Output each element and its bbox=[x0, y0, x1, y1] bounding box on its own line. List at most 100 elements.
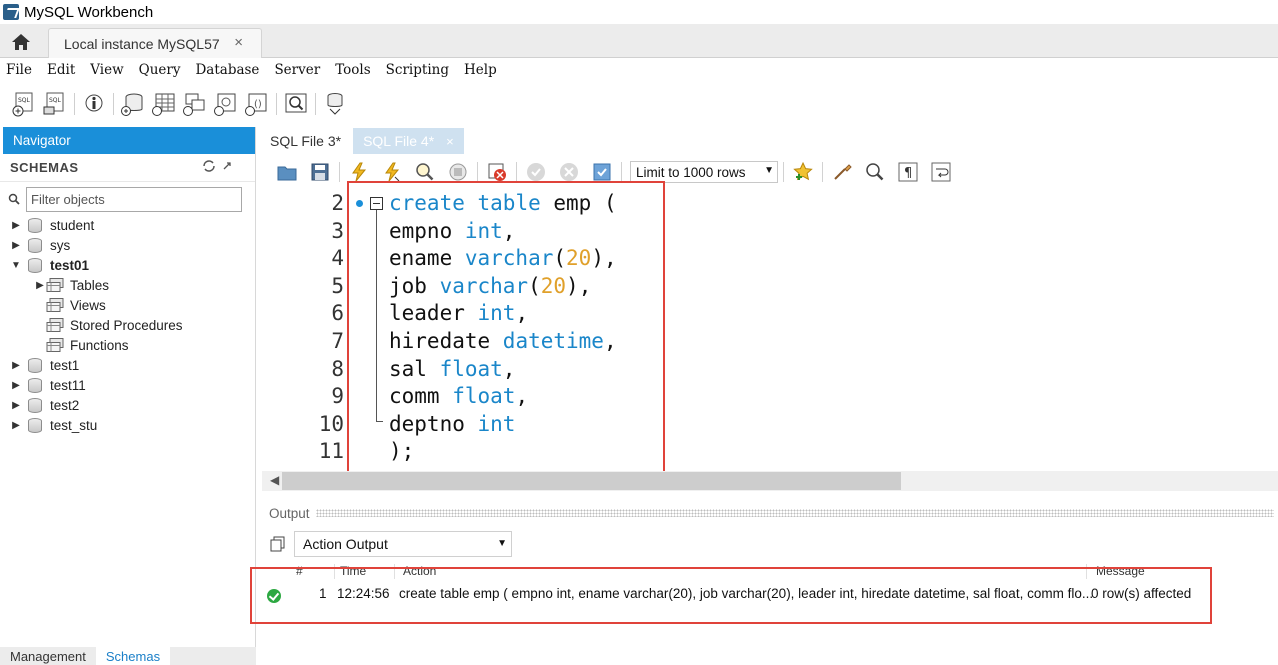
database-icon bbox=[28, 417, 42, 433]
create-table-icon[interactable] bbox=[151, 91, 177, 117]
window-title: MySQL Workbench bbox=[24, 3, 154, 21]
tree-item-views[interactable]: Views bbox=[0, 295, 255, 315]
tree-item-functions[interactable]: Functions bbox=[0, 335, 255, 355]
open-file-icon[interactable] bbox=[276, 161, 298, 183]
schema-item-test01[interactable]: ▼ test01 bbox=[0, 255, 255, 275]
menu-view[interactable]: View bbox=[90, 62, 123, 78]
toolbar-separator bbox=[516, 162, 517, 182]
search-table-data-icon[interactable] bbox=[283, 91, 309, 117]
expand-arrow-icon[interactable]: ▶ bbox=[10, 380, 22, 391]
schema-item-test1[interactable]: ▶ test1 bbox=[0, 355, 255, 375]
filter-row bbox=[0, 182, 255, 216]
expand-arrow-icon[interactable]: ▶ bbox=[34, 280, 46, 291]
home-button[interactable] bbox=[6, 30, 36, 54]
views-folder-icon bbox=[46, 298, 64, 312]
workbench-logo-icon bbox=[3, 4, 19, 20]
find-icon[interactable] bbox=[864, 161, 886, 183]
svg-text:(): () bbox=[254, 99, 262, 110]
collapse-arrow-icon[interactable]: ▼ bbox=[10, 260, 22, 271]
filter-objects-input[interactable] bbox=[26, 186, 242, 212]
menu-query[interactable]: Query bbox=[139, 62, 181, 78]
add-snippet-icon[interactable] bbox=[792, 161, 814, 183]
copy-icon[interactable] bbox=[270, 536, 286, 552]
inspector-icon[interactable] bbox=[81, 91, 107, 117]
svg-text:SQL: SQL bbox=[49, 97, 62, 104]
expand-arrow-icon[interactable]: ▶ bbox=[10, 220, 22, 231]
output-type-select[interactable]: Action Output ▼ bbox=[294, 531, 512, 557]
close-icon[interactable]: × bbox=[234, 34, 243, 51]
connection-tab[interactable]: Local instance MySQL57 × bbox=[48, 28, 262, 58]
horizontal-scrollbar[interactable]: ◀ bbox=[262, 471, 1278, 491]
limit-rows-select[interactable]: Limit to 1000 rows ▼ bbox=[630, 161, 778, 183]
schema-item-test2[interactable]: ▶ test2 bbox=[0, 395, 255, 415]
output-type-value: Action Output bbox=[303, 536, 388, 552]
menu-server[interactable]: Server bbox=[274, 62, 320, 78]
svg-text:SQL: SQL bbox=[18, 97, 31, 104]
save-icon[interactable] bbox=[309, 161, 331, 183]
new-sql-tab-icon[interactable]: SQL bbox=[11, 91, 37, 117]
refresh-icon[interactable] bbox=[202, 159, 238, 173]
schemas-label: SCHEMAS bbox=[10, 160, 79, 175]
menu-scripting[interactable]: Scripting bbox=[386, 62, 449, 78]
menu-help[interactable]: Help bbox=[464, 62, 497, 78]
create-procedure-icon[interactable] bbox=[213, 91, 239, 117]
word-wrap-icon[interactable] bbox=[930, 161, 952, 183]
menu-tools[interactable]: Tools bbox=[335, 62, 370, 78]
sql-file-tabs: SQL File 3* SQL File 4* × bbox=[262, 127, 1278, 154]
line-number: 8 bbox=[331, 356, 344, 381]
create-schema-icon[interactable] bbox=[120, 91, 146, 117]
create-view-icon[interactable] bbox=[182, 91, 208, 117]
schema-item-student[interactable]: ▶ student bbox=[0, 215, 255, 235]
rollback-icon[interactable] bbox=[558, 161, 580, 183]
connection-tab-strip: Local instance MySQL57 × bbox=[0, 24, 1278, 58]
tree-item-label: Stored Procedures bbox=[70, 317, 183, 333]
tree-item-stored-procedures[interactable]: Stored Procedures bbox=[0, 315, 255, 335]
line-number: 2 bbox=[331, 191, 344, 215]
expand-arrow-icon[interactable]: ▶ bbox=[10, 400, 22, 411]
schema-name: test1 bbox=[50, 357, 80, 373]
line-number: 4 bbox=[331, 246, 344, 271]
navigator-bottom-tabs: Management Schemas bbox=[0, 647, 256, 665]
svg-text:¶: ¶ bbox=[904, 166, 912, 181]
main-toolbar: SQL SQL () bbox=[0, 84, 1278, 124]
tab-schemas[interactable]: Schemas bbox=[95, 647, 171, 665]
execute-icon[interactable] bbox=[348, 161, 370, 183]
beautify-icon[interactable] bbox=[831, 161, 853, 183]
commit-icon[interactable] bbox=[525, 161, 547, 183]
expand-arrow-icon[interactable]: ▶ bbox=[10, 420, 22, 431]
database-icon bbox=[28, 377, 42, 393]
database-icon bbox=[28, 237, 42, 253]
output-highlight-box bbox=[250, 567, 1212, 624]
tab-sql-file-3[interactable]: SQL File 3* bbox=[262, 128, 349, 154]
toggle-error-icon[interactable] bbox=[486, 161, 508, 183]
schema-name: sys bbox=[50, 237, 71, 253]
stop-icon[interactable] bbox=[447, 161, 469, 183]
menu-database[interactable]: Database bbox=[195, 62, 259, 78]
close-icon[interactable]: × bbox=[446, 134, 454, 149]
schema-item-sys[interactable]: ▶ sys bbox=[0, 235, 255, 255]
autocommit-icon[interactable] bbox=[591, 161, 613, 183]
output-header: Output bbox=[262, 501, 1278, 525]
explain-icon[interactable] bbox=[414, 161, 436, 183]
toolbar-separator bbox=[783, 162, 784, 182]
execute-current-icon[interactable] bbox=[381, 161, 403, 183]
scrollbar-thumb[interactable] bbox=[282, 472, 901, 490]
reconnect-icon[interactable] bbox=[322, 91, 348, 117]
toolbar-separator bbox=[315, 93, 316, 115]
tree-item-tables[interactable]: ▶ Tables bbox=[0, 275, 255, 295]
schema-item-test-stu[interactable]: ▶ test_stu bbox=[0, 415, 255, 435]
expand-arrow-icon[interactable]: ▶ bbox=[10, 360, 22, 371]
tab-management[interactable]: Management bbox=[0, 647, 96, 665]
tab-sql-file-4[interactable]: SQL File 4* × bbox=[353, 128, 464, 154]
expand-arrow-icon[interactable]: ▶ bbox=[10, 240, 22, 251]
create-function-icon[interactable]: () bbox=[244, 91, 270, 117]
panel-grip[interactable] bbox=[315, 509, 1274, 517]
invisible-chars-icon[interactable]: ¶ bbox=[897, 161, 919, 183]
scroll-left-icon[interactable]: ◀ bbox=[270, 473, 279, 487]
sql-editor[interactable]: 2 3 4 5 6 7 8 9 10 11 create table emp (empno int… bbox=[262, 181, 1278, 484]
open-sql-script-icon[interactable]: SQL bbox=[42, 91, 68, 117]
menu-edit[interactable]: Edit bbox=[47, 62, 75, 78]
line-number: 9 bbox=[331, 384, 344, 409]
menu-file[interactable]: File bbox=[6, 62, 32, 78]
schema-item-test11[interactable]: ▶ test11 bbox=[0, 375, 255, 395]
